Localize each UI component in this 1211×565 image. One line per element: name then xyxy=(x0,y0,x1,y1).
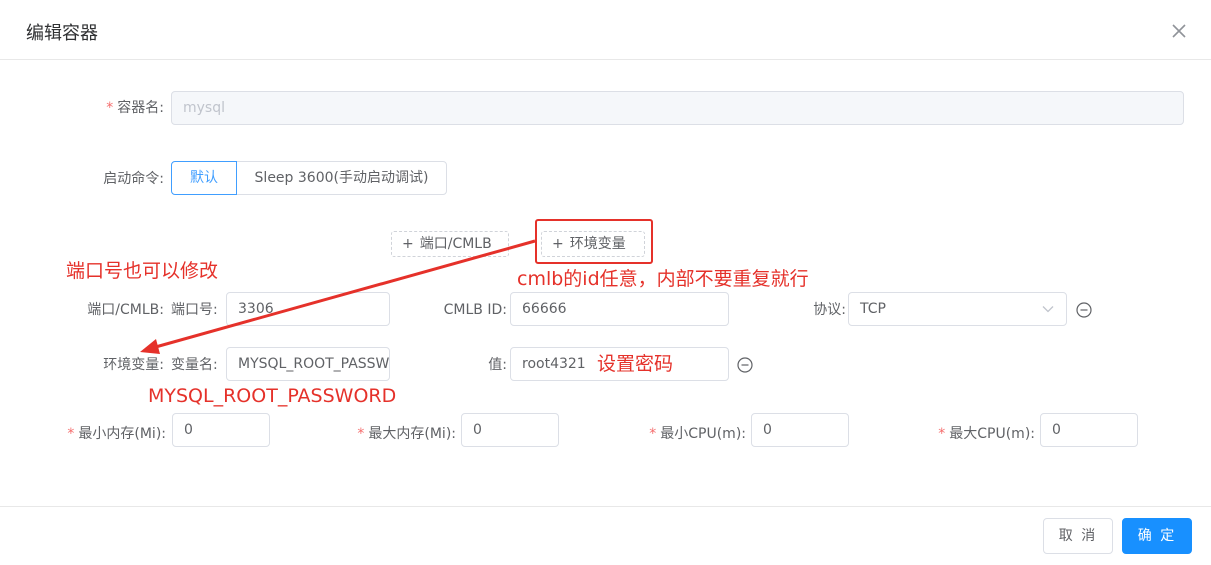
min-cpu-input[interactable]: 0 xyxy=(751,413,849,447)
port-number-input[interactable]: 3306 xyxy=(226,292,390,326)
required-mark: * xyxy=(649,426,657,442)
plus-icon: + xyxy=(402,236,414,252)
protocol-select[interactable]: TCP xyxy=(848,292,1067,326)
env-name-label: 变量名: xyxy=(171,357,218,373)
annotation-env-name-note: MYSQL_ROOT_PASSWORD xyxy=(148,385,397,407)
chevron-down-icon xyxy=(1041,302,1055,316)
startup-default-option[interactable]: 默认 xyxy=(171,161,237,195)
annotation-port-note: 端口号也可以修改 xyxy=(66,260,219,282)
container-name-input[interactable]: mysql xyxy=(171,91,1184,125)
max-memory-input[interactable]: 0 xyxy=(461,413,559,447)
startup-command-label: 启动命令: xyxy=(103,171,164,187)
annotation-password-note: 设置密码 xyxy=(597,353,674,375)
min-cpu-label: * 最小CPU(m): xyxy=(649,426,746,442)
env-row-label: 环境变量: xyxy=(103,357,164,373)
confirm-button[interactable]: 确 定 xyxy=(1122,518,1192,554)
protocol-label: 协议: xyxy=(813,302,846,318)
remove-port-icon[interactable] xyxy=(1076,302,1092,318)
remove-env-icon[interactable] xyxy=(737,357,753,373)
cmlb-id-input[interactable]: 66666 xyxy=(510,292,729,326)
cancel-button[interactable]: 取 消 xyxy=(1043,518,1113,554)
annotation-highlight-box xyxy=(535,219,653,264)
required-mark: * xyxy=(106,100,114,116)
min-memory-input[interactable]: 0 xyxy=(172,413,270,447)
header-divider xyxy=(0,59,1211,60)
footer-divider xyxy=(0,506,1211,507)
add-port-button[interactable]: + 端口/CMLB xyxy=(391,231,509,257)
max-memory-label: * 最大内存(Mi): xyxy=(357,426,456,442)
close-icon[interactable] xyxy=(1168,20,1190,42)
required-mark: * xyxy=(357,426,365,442)
cmlb-id-label: CMLB ID: xyxy=(443,302,507,318)
container-name-label: * 容器名: xyxy=(106,100,164,116)
env-name-input[interactable]: MYSQL_ROOT_PASSWORD xyxy=(226,347,390,381)
required-mark: * xyxy=(938,426,946,442)
max-cpu-label: * 最大CPU(m): xyxy=(938,426,1035,442)
startup-sleep-option[interactable]: Sleep 3600(手动启动调试) xyxy=(236,161,447,195)
min-memory-label: * 最小内存(Mi): xyxy=(67,426,166,442)
max-cpu-input[interactable]: 0 xyxy=(1040,413,1138,447)
annotation-cmlb-note: cmlb的id任意，内部不要重复就行 xyxy=(517,268,809,290)
port-row-label: 端口/CMLB: xyxy=(87,302,164,318)
required-mark: * xyxy=(67,426,75,442)
port-number-label: 端口号: xyxy=(171,302,218,318)
dialog-title: 编辑容器 xyxy=(26,23,98,44)
env-value-label: 值: xyxy=(488,357,507,373)
